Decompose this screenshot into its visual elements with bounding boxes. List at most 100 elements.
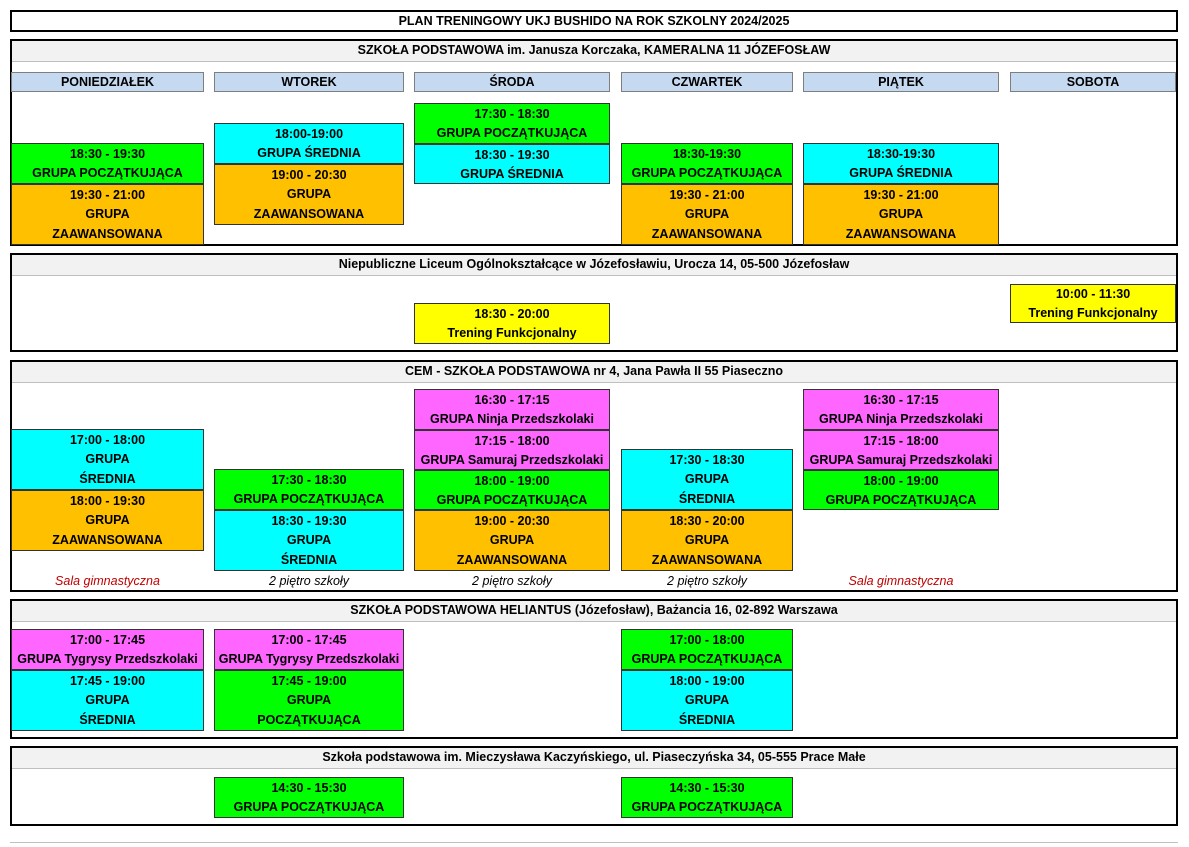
session-group: GRUPA Ninja Przedszkolaki xyxy=(430,412,594,427)
day-header-wednesday: ŚRODA xyxy=(414,72,610,92)
session-cell: 19:30 - 21:00 GRUPA ZAAWANSOWANA xyxy=(803,184,999,245)
session-group: ŚREDNIA xyxy=(79,472,136,487)
section-title: Szkoła podstawowa im. Mieczysława Kaczyń… xyxy=(12,748,1176,769)
session-cell: 17:45 - 19:00 GRUPA POCZĄTKUJĄCA xyxy=(214,670,404,731)
session-group: ZAAWANSOWANA xyxy=(52,533,163,548)
session-cell: 19:00 - 20:30 GRUPA ZAAWANSOWANA xyxy=(414,510,610,571)
session-group: ZAAWANSOWANA xyxy=(253,207,365,222)
session-cell: 16:30 - 17:15 GRUPA Ninja Przedszkolaki xyxy=(803,389,999,430)
session-group: GRUPA ŚREDNIA xyxy=(460,166,564,181)
day-header-thursday: CZWARTEK xyxy=(621,72,793,92)
session-time: 17:15 - 18:00 xyxy=(474,433,550,448)
session-cell: 17:30 - 18:30 GRUPA POCZĄTKUJĄCA xyxy=(414,103,610,144)
session-cell: 18:00-19:00 GRUPA ŚREDNIA xyxy=(214,123,404,164)
session-time: 18:00 - 19:00 xyxy=(863,473,939,488)
location-note: Sala gimnastyczna xyxy=(55,574,160,588)
session-group: ŚREDNIA xyxy=(79,713,136,728)
session-time: 16:30 - 17:15 xyxy=(474,392,550,407)
session-group: GRUPA POCZĄTKUJĄCA xyxy=(825,492,977,507)
session-time: 18:00-19:00 xyxy=(274,126,344,141)
session-time: 17:30 - 18:30 xyxy=(271,472,347,487)
session-time: 18:30 - 19:30 xyxy=(271,513,347,528)
session-group: GRUPA xyxy=(684,472,730,487)
location-note: 2 piętro szkoły xyxy=(269,574,349,588)
session-cell: 18:00 - 19:00 GRUPA ŚREDNIA xyxy=(621,670,793,731)
session-time: 10:00 - 11:30 xyxy=(1055,287,1131,302)
section-title: Niepubliczne Liceum Ogólnokształcące w J… xyxy=(12,255,1176,276)
session-group: ŚREDNIA xyxy=(678,492,736,507)
session-time: 18:30 - 19:30 xyxy=(474,147,550,162)
session-cell: 17:00 - 18:00 GRUPA POCZĄTKUJĄCA xyxy=(621,629,793,670)
session-time: 19:30 - 21:00 xyxy=(669,187,745,202)
section-title: SZKOŁA PODSTAWOWA im. Janusza Korczaka, … xyxy=(12,41,1176,62)
session-cell: 19:30 - 21:00 GRUPA ZAAWANSOWANA xyxy=(621,184,793,245)
session-time: 18:00 - 19:30 xyxy=(69,493,146,508)
session-cell: 18:00 - 19:00 GRUPA POCZĄTKUJĄCA xyxy=(803,470,999,510)
session-group: GRUPA xyxy=(684,533,730,548)
session-cell: 18:30-19:30 GRUPA ŚREDNIA xyxy=(803,143,999,184)
bottom-divider xyxy=(10,842,1178,847)
session-cell: 18:30 - 20:00 Trening Funkcjonalny xyxy=(414,303,610,344)
session-time: 17:30 - 18:30 xyxy=(474,106,550,121)
session-cell: 19:30 - 21:00 GRUPA ZAAWANSOWANA xyxy=(11,184,204,245)
session-time: 17:00 - 18:00 xyxy=(69,432,146,447)
session-time: 17:45 - 19:00 xyxy=(69,673,146,688)
session-cell: 18:30 - 19:30 GRUPA POCZĄTKUJĄCA xyxy=(11,143,204,184)
session-group: Trening Funkcjonalny xyxy=(1028,305,1158,320)
day-header-monday: PONIEDZIAŁEK xyxy=(11,72,204,92)
session-time: 17:15 - 18:00 xyxy=(863,433,939,448)
section-kaczynski: Szkoła podstawowa im. Mieczysława Kaczyń… xyxy=(10,746,1178,826)
session-group: ŚREDNIA xyxy=(678,713,736,728)
session-time: 18:30-19:30 xyxy=(866,146,936,161)
day-header-tuesday: WTOREK xyxy=(214,72,404,92)
session-group: GRUPA ŚREDNIA xyxy=(849,166,953,181)
session-group: ZAAWANSOWANA xyxy=(52,227,163,242)
session-cell: 17:15 - 18:00 GRUPA Samuraj Przedszkolak… xyxy=(414,430,610,470)
session-group: GRUPA xyxy=(684,693,730,708)
session-group: GRUPA POCZĄTKUJĄCA xyxy=(233,492,385,507)
session-time: 18:30-19:30 xyxy=(672,146,742,161)
session-cell: 18:30-19:30 GRUPA POCZĄTKUJĄCA xyxy=(621,143,793,184)
session-cell: 18:30 - 19:30 GRUPA ŚREDNIA xyxy=(214,510,404,571)
session-group: GRUPA xyxy=(85,452,130,467)
session-cell: 10:00 - 11:30 Trening Funkcjonalny xyxy=(1010,284,1176,323)
schedule-title-box: PLAN TRENINGOWY UKJ BUSHIDO NA ROK SZKOL… xyxy=(10,10,1178,32)
session-cell: 14:30 - 15:30 GRUPA POCZĄTKUJĄCA xyxy=(621,777,793,818)
session-cell: 17:30 - 18:30 GRUPA ŚREDNIA xyxy=(621,449,793,510)
schedule-title: PLAN TRENINGOWY UKJ BUSHIDO NA ROK SZKOL… xyxy=(398,14,790,28)
session-time: 17:00 - 18:00 xyxy=(669,632,745,647)
session-group: GRUPA xyxy=(286,693,332,708)
location-note: 2 piętro szkoły xyxy=(472,574,552,588)
session-group: GRUPA xyxy=(684,207,730,222)
section-title: CEM - SZKOŁA PODSTAWOWA nr 4, Jana Pawła… xyxy=(12,362,1176,383)
session-cell: 18:30 - 20:00 GRUPA ZAAWANSOWANA xyxy=(621,510,793,571)
session-time: 19:30 - 21:00 xyxy=(69,187,146,202)
session-group: GRUPA Samuraj Przedszkolaki xyxy=(420,452,604,467)
session-time: 19:30 - 21:00 xyxy=(863,187,939,202)
session-group: ZAAWANSOWANA xyxy=(456,553,568,568)
session-group: GRUPA POCZĄTKUJĄCA xyxy=(436,492,588,507)
session-cell: 17:00 - 18:00 GRUPA ŚREDNIA xyxy=(11,429,204,490)
session-group: GRUPA Ninja Przedszkolaki xyxy=(819,412,983,427)
session-group: GRUPA Tygrysy Przedszkolaki xyxy=(17,652,198,667)
session-group: GRUPA POCZĄTKUJĄCA xyxy=(631,652,783,667)
session-group: GRUPA xyxy=(489,533,535,548)
section-title: SZKOŁA PODSTAWOWA HELIANTUS (Józefosław)… xyxy=(12,601,1176,622)
session-time: 17:00 - 17:45 xyxy=(271,632,347,647)
location-note: 2 piętro szkoły xyxy=(667,574,747,588)
session-group: GRUPA POCZĄTKUJĄCA xyxy=(32,166,183,181)
session-group: GRUPA xyxy=(878,207,924,222)
session-group: GRUPA Tygrysy Przedszkolaki xyxy=(218,652,400,667)
session-cell: 19:00 - 20:30 GRUPA ZAAWANSOWANA xyxy=(214,164,404,225)
session-group: GRUPA xyxy=(85,513,130,528)
session-time: 18:00 - 19:00 xyxy=(669,673,745,688)
session-time: 17:30 - 18:30 xyxy=(669,452,745,467)
session-cell: 17:00 - 17:45 GRUPA Tygrysy Przedszkolak… xyxy=(11,629,204,670)
location-note: Sala gimnastyczna xyxy=(848,574,954,588)
session-group: GRUPA xyxy=(286,187,332,202)
session-group: ŚREDNIA xyxy=(280,553,338,568)
session-cell: 18:00 - 19:30 GRUPA ZAAWANSOWANA xyxy=(11,490,204,551)
session-cell: 16:30 - 17:15 GRUPA Ninja Przedszkolaki xyxy=(414,389,610,430)
session-time: 16:30 - 17:15 xyxy=(863,392,939,407)
session-group: GRUPA POCZĄTKUJĄCA xyxy=(631,166,783,181)
